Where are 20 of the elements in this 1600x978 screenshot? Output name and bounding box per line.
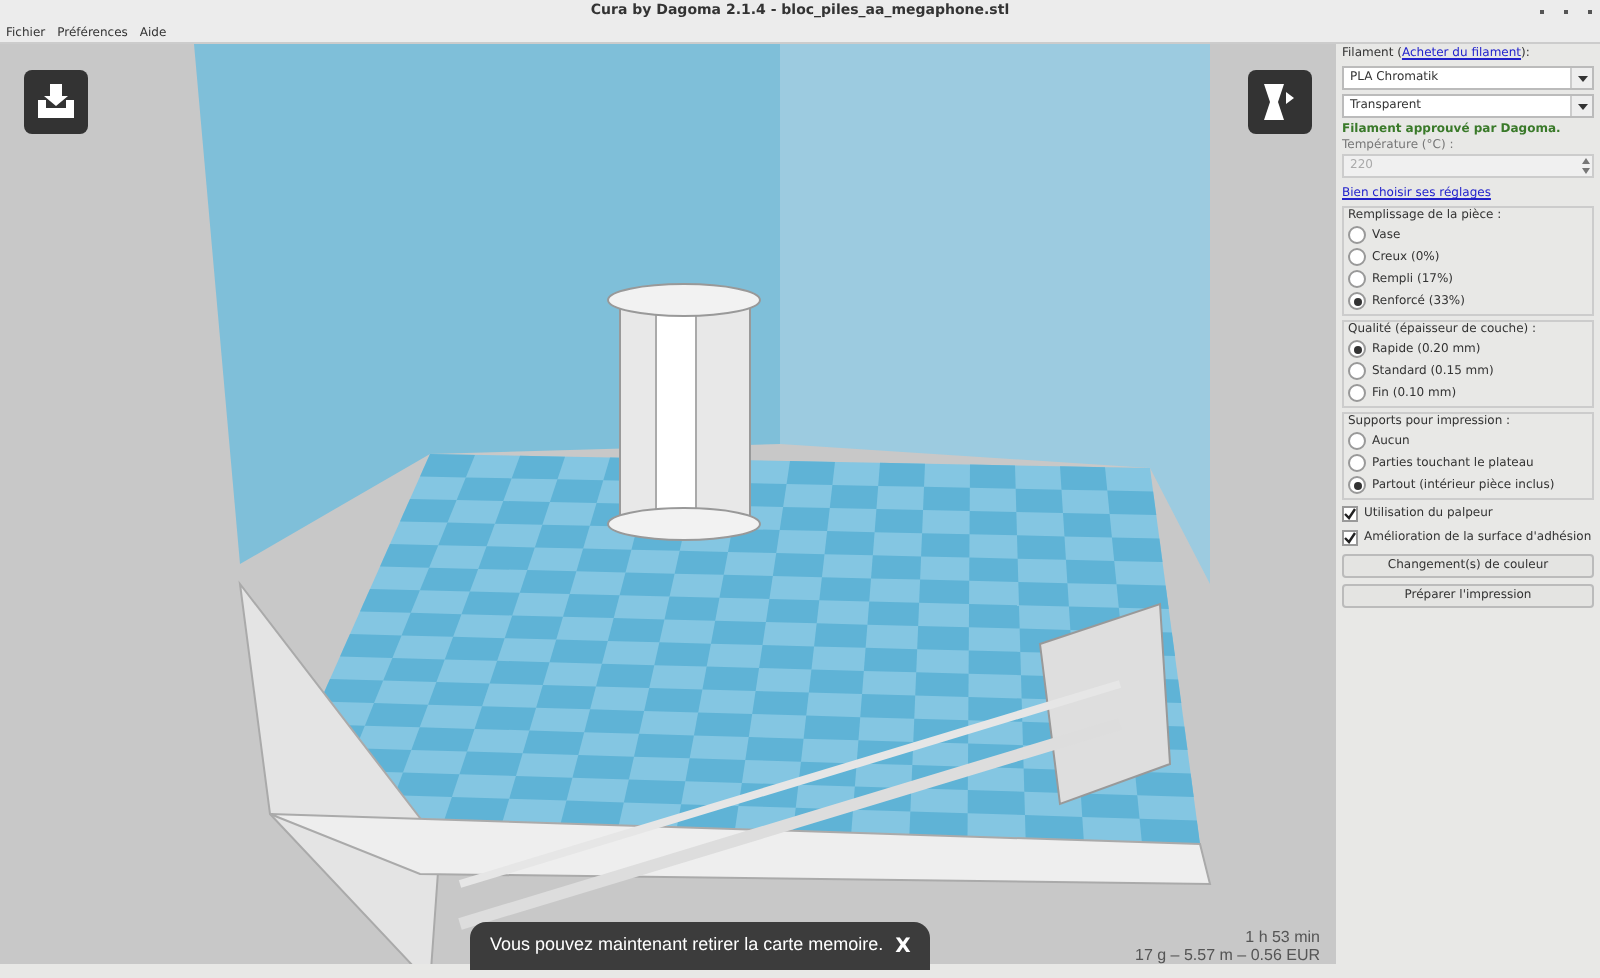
radio-button[interactable] bbox=[1348, 292, 1366, 310]
radio-button[interactable] bbox=[1348, 384, 1366, 402]
toast-close-button[interactable]: X bbox=[895, 931, 911, 961]
radio-button[interactable] bbox=[1348, 476, 1366, 494]
radio-button[interactable] bbox=[1348, 270, 1366, 288]
toast-message: Vous pouvez maintenant retirer la carte memoire. bbox=[490, 932, 884, 959]
checkbox[interactable] bbox=[1342, 505, 1358, 521]
radio-button[interactable] bbox=[1348, 226, 1366, 244]
settings-mode-button[interactable] bbox=[1248, 70, 1312, 134]
radio-button[interactable] bbox=[1348, 362, 1366, 380]
checkbox[interactable] bbox=[1342, 529, 1358, 545]
print-time: 1 h 53 min bbox=[1245, 928, 1320, 946]
load-file-button[interactable] bbox=[24, 70, 88, 134]
radio-button[interactable] bbox=[1348, 454, 1366, 472]
radio-button[interactable] bbox=[1348, 432, 1366, 450]
radio-button[interactable] bbox=[1348, 248, 1366, 266]
caret-icon bbox=[1577, 103, 1587, 109]
caret-icon bbox=[1577, 75, 1587, 81]
radio-button[interactable] bbox=[1348, 340, 1366, 358]
print-stats: 17 g – 5.57 m – 0.56 EUR bbox=[1135, 946, 1320, 964]
